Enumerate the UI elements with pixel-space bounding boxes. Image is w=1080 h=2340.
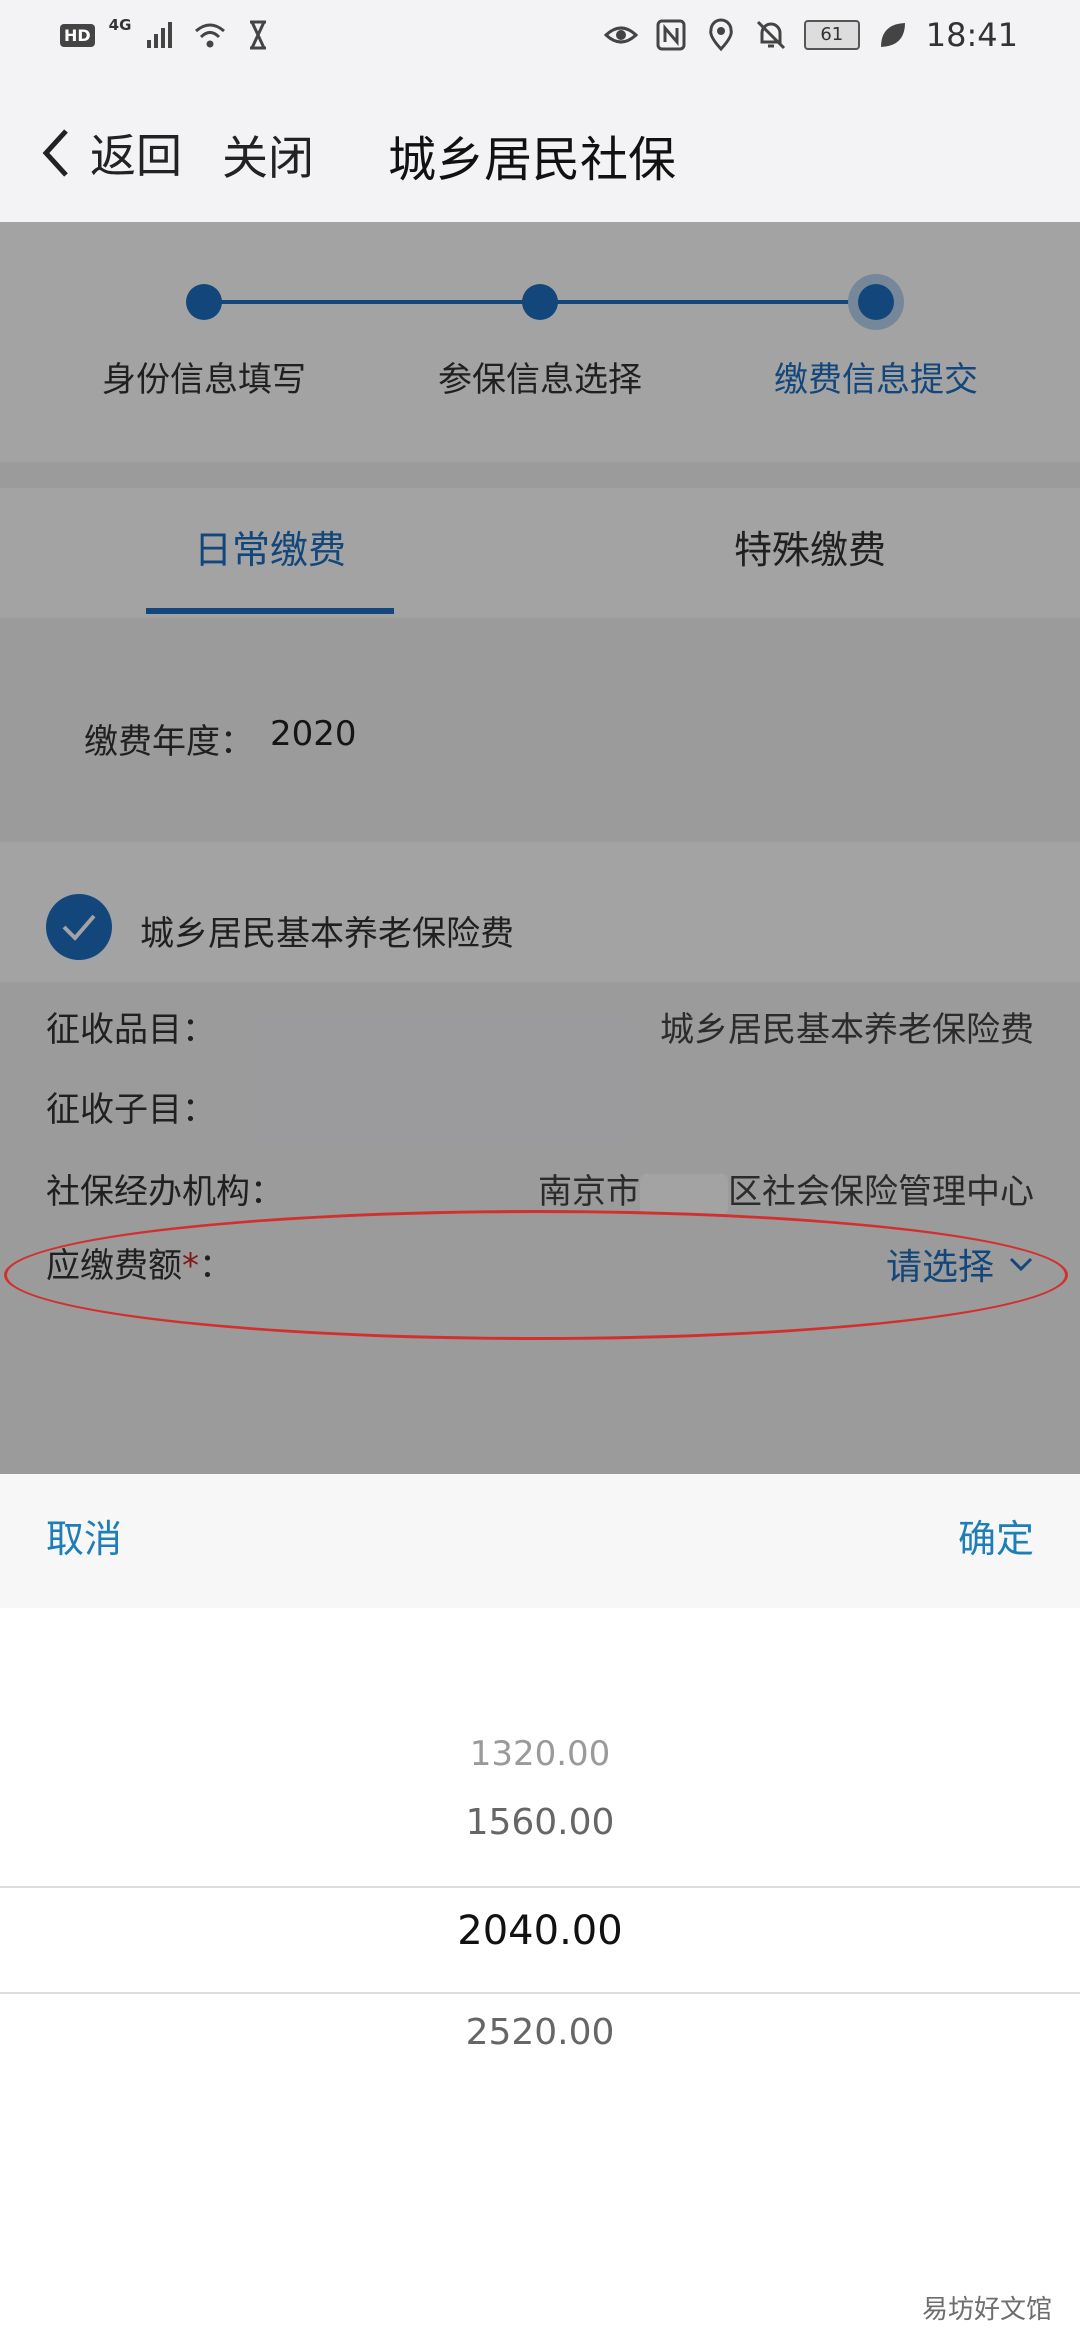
picker-header: 取消 确定 bbox=[0, 1474, 1080, 1608]
step-dot bbox=[522, 284, 558, 320]
agency-name: 区社会保险管理中心 bbox=[728, 1172, 1034, 1212]
hd-badge: HD bbox=[60, 23, 95, 47]
status-time: 18:41 bbox=[925, 16, 1018, 54]
tab-underline bbox=[146, 608, 394, 614]
annotation-ellipse bbox=[4, 1210, 1068, 1340]
detail-key: 征收品目： bbox=[46, 1010, 216, 1050]
step-connector bbox=[540, 300, 876, 304]
mute-icon bbox=[756, 20, 785, 50]
detail-key: 征收子目： bbox=[46, 1090, 216, 1130]
location-icon bbox=[709, 18, 733, 52]
amount-picker-sheet: 取消 确定 1320.00 1560.00 2040.00 2520.00 bbox=[0, 1474, 1080, 2340]
step-indicator: 身份信息填写 参保信息选择 缴费信息提交 bbox=[0, 222, 1080, 462]
redaction-mark bbox=[640, 1173, 728, 1214]
step-connector bbox=[204, 300, 540, 304]
picker-option[interactable]: 2520.00 bbox=[0, 2012, 1080, 2053]
back-button[interactable]: 返回 bbox=[38, 120, 182, 186]
detail-value: 城乡居民基本养老保险费 bbox=[660, 1010, 1034, 1050]
insurance-checkbox[interactable] bbox=[46, 894, 112, 960]
signal-icon bbox=[147, 22, 173, 48]
picker-option-selected[interactable]: 2040.00 bbox=[0, 1908, 1080, 1954]
hourglass-icon bbox=[250, 20, 267, 50]
step-label: 身份信息填写 bbox=[102, 360, 306, 400]
detail-value: 南京市 区社会保险管理中心 bbox=[538, 1164, 1034, 1214]
eye-icon bbox=[603, 26, 638, 44]
status-right: 61 18:41 bbox=[603, 16, 1018, 54]
confirm-button[interactable]: 确定 bbox=[958, 1508, 1034, 1563]
watermark: 易坊好文馆 bbox=[921, 2295, 1052, 2325]
leaf-icon bbox=[880, 23, 905, 47]
detail-row: 征收品目： 城乡居民基本养老保险费 bbox=[0, 1002, 1080, 1062]
picker-option[interactable]: 1320.00 bbox=[0, 1734, 1080, 1774]
picker-divider bbox=[0, 1992, 1080, 1994]
picker-option[interactable]: 1560.00 bbox=[0, 1802, 1080, 1843]
payment-year-label: 缴费年度： bbox=[84, 722, 254, 762]
network-type: 4G bbox=[108, 16, 132, 34]
battery-indicator: 61 bbox=[803, 20, 860, 50]
picker-divider bbox=[0, 1886, 1080, 1888]
checkmark-icon bbox=[62, 914, 96, 941]
insurance-selection: 城乡居民基本养老保险费 bbox=[0, 842, 1080, 982]
detail-row: 征收子目： bbox=[0, 1082, 1080, 1142]
step-label: 参保信息选择 bbox=[438, 360, 642, 400]
status-left: HD 4G bbox=[60, 16, 275, 52]
step-label-active: 缴费信息提交 bbox=[774, 360, 978, 400]
status-bar: HD 4G 61 18:41 bbox=[0, 0, 1080, 72]
step-dot-active bbox=[858, 284, 894, 320]
cancel-button[interactable]: 取消 bbox=[46, 1508, 122, 1563]
nav-bar: 返回 关闭 城乡居民社保 bbox=[0, 72, 1080, 222]
tab-daily-payment[interactable]: 日常缴费 bbox=[0, 488, 540, 618]
wifi-icon bbox=[195, 23, 226, 48]
chevron-left-icon bbox=[42, 129, 68, 177]
detail-key: 社保经办机构： bbox=[46, 1172, 284, 1212]
agency-city: 南京市 bbox=[538, 1172, 640, 1212]
nfc-icon bbox=[656, 19, 686, 51]
insurance-label: 城乡居民基本养老保险费 bbox=[140, 914, 514, 954]
page-title: 城乡居民社保 bbox=[388, 132, 677, 188]
tab-special-payment[interactable]: 特殊缴费 bbox=[540, 488, 1080, 618]
close-button[interactable]: 关闭 bbox=[222, 122, 314, 188]
payment-tabs: 日常缴费 特殊缴费 bbox=[0, 488, 1080, 618]
back-label: 返回 bbox=[90, 129, 182, 183]
payment-year-value: 2020 bbox=[270, 714, 357, 754]
payment-year-card: 缴费年度： 2020 bbox=[38, 670, 1042, 810]
step-dot bbox=[186, 284, 222, 320]
payment-details: 征收品目： 城乡居民基本养老保险费 征收子目： 社保经办机构： 南京市 区社会保险… bbox=[0, 1002, 1080, 1240]
